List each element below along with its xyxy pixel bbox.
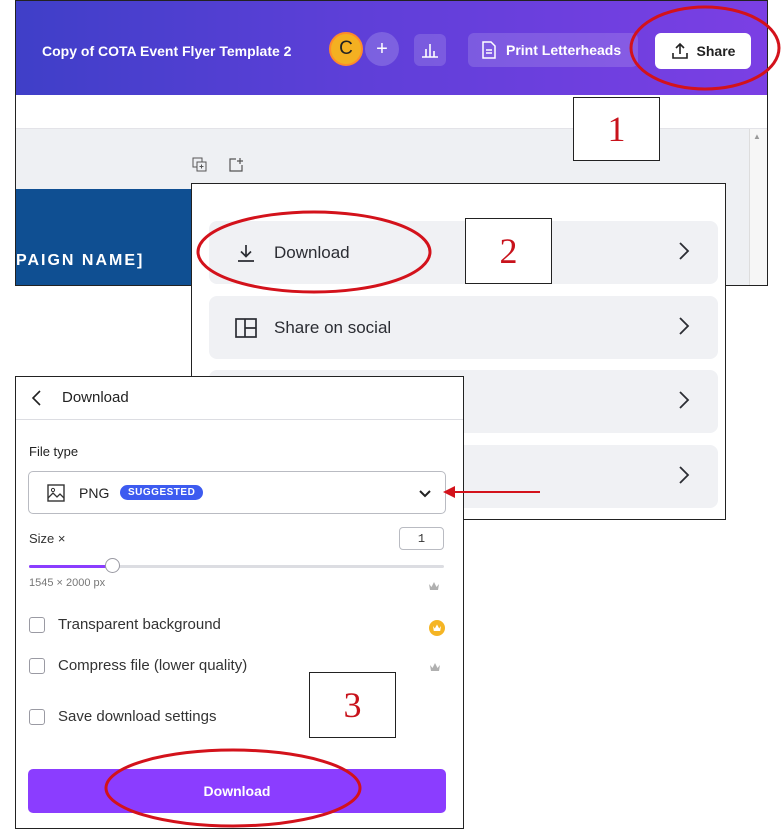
menu-item-download[interactable]: Download [209,221,718,284]
download-panel-title: Download [62,389,129,406]
crown-icon [429,582,439,590]
share-label: Share [696,43,736,59]
option-compress-file[interactable]: Compress file (lower quality) [29,657,247,674]
chevron-right-icon [679,242,690,260]
banner-text: PAIGN NAME] [16,252,145,269]
compress-file-checkbox[interactable] [29,657,45,674]
add-page-icon[interactable] [228,157,244,173]
option-transparent-background[interactable]: Transparent background [29,616,221,633]
size-slider-thumb[interactable] [105,558,120,573]
user-avatar[interactable]: C [329,32,363,66]
step-label-2: 2 [465,218,552,284]
size-input[interactable]: 1 [399,527,444,550]
back-chevron-icon[interactable] [30,389,42,407]
size-slider-fill [29,565,112,568]
scroll-up-icon[interactable]: ▲ [753,132,761,141]
download-panel-header: Download [16,377,463,420]
share-button[interactable]: Share [655,33,751,69]
chevron-right-icon [679,466,690,484]
save-settings-checkbox[interactable] [29,708,45,725]
chevron-right-icon [679,391,690,409]
option-label: Compress file (lower quality) [58,657,248,674]
option-label: Save download settings [58,708,217,725]
dimensions-text: 1545 × 2000 px [29,577,106,589]
gold-crown-icon [429,620,445,636]
chevron-right-icon [679,317,690,335]
menu-item-label: Download [274,242,350,262]
add-collaborator-button[interactable]: + [365,32,399,66]
insights-button[interactable] [414,34,446,66]
suggested-badge: SUGGESTED [120,485,204,500]
step-label-3: 3 [309,672,396,738]
bar-chart-icon [422,44,438,58]
print-letterheads-label: Print Letterheads [506,42,622,58]
social-layout-icon [233,317,259,338]
vertical-scrollbar[interactable] [749,129,767,285]
menu-item-share-on-social[interactable]: Share on social [209,296,718,359]
menu-item-label: Share on social [274,317,392,337]
crown-icon [430,663,440,671]
file-type-value: PNG [79,485,110,501]
document-icon [482,41,496,59]
print-letterheads-button[interactable]: Print Letterheads [468,33,638,67]
option-label: Transparent background [58,616,221,633]
file-type-select[interactable]: PNG SUGGESTED [28,471,446,514]
option-save-download-settings[interactable]: Save download settings [29,708,216,725]
design-banner [16,189,196,285]
step-label-1: 1 [573,97,660,161]
editor-top-bar: Copy of COTA Event Flyer Template 2 C + … [16,1,767,95]
chevron-down-icon [419,490,431,498]
transparent-background-checkbox[interactable] [29,616,45,633]
file-type-label: File type [29,444,79,459]
size-slider[interactable] [29,558,444,573]
download-panel: Download File type PNG SUGGESTED Size × … [15,376,464,829]
document-title[interactable]: Copy of COTA Event Flyer Template 2 [42,43,291,59]
download-icon [233,243,259,263]
upload-icon [671,42,688,59]
size-label: Size × [29,531,66,546]
duplicate-page-icon[interactable] [192,157,207,172]
download-button[interactable]: Download [28,769,446,813]
image-icon [47,484,65,502]
